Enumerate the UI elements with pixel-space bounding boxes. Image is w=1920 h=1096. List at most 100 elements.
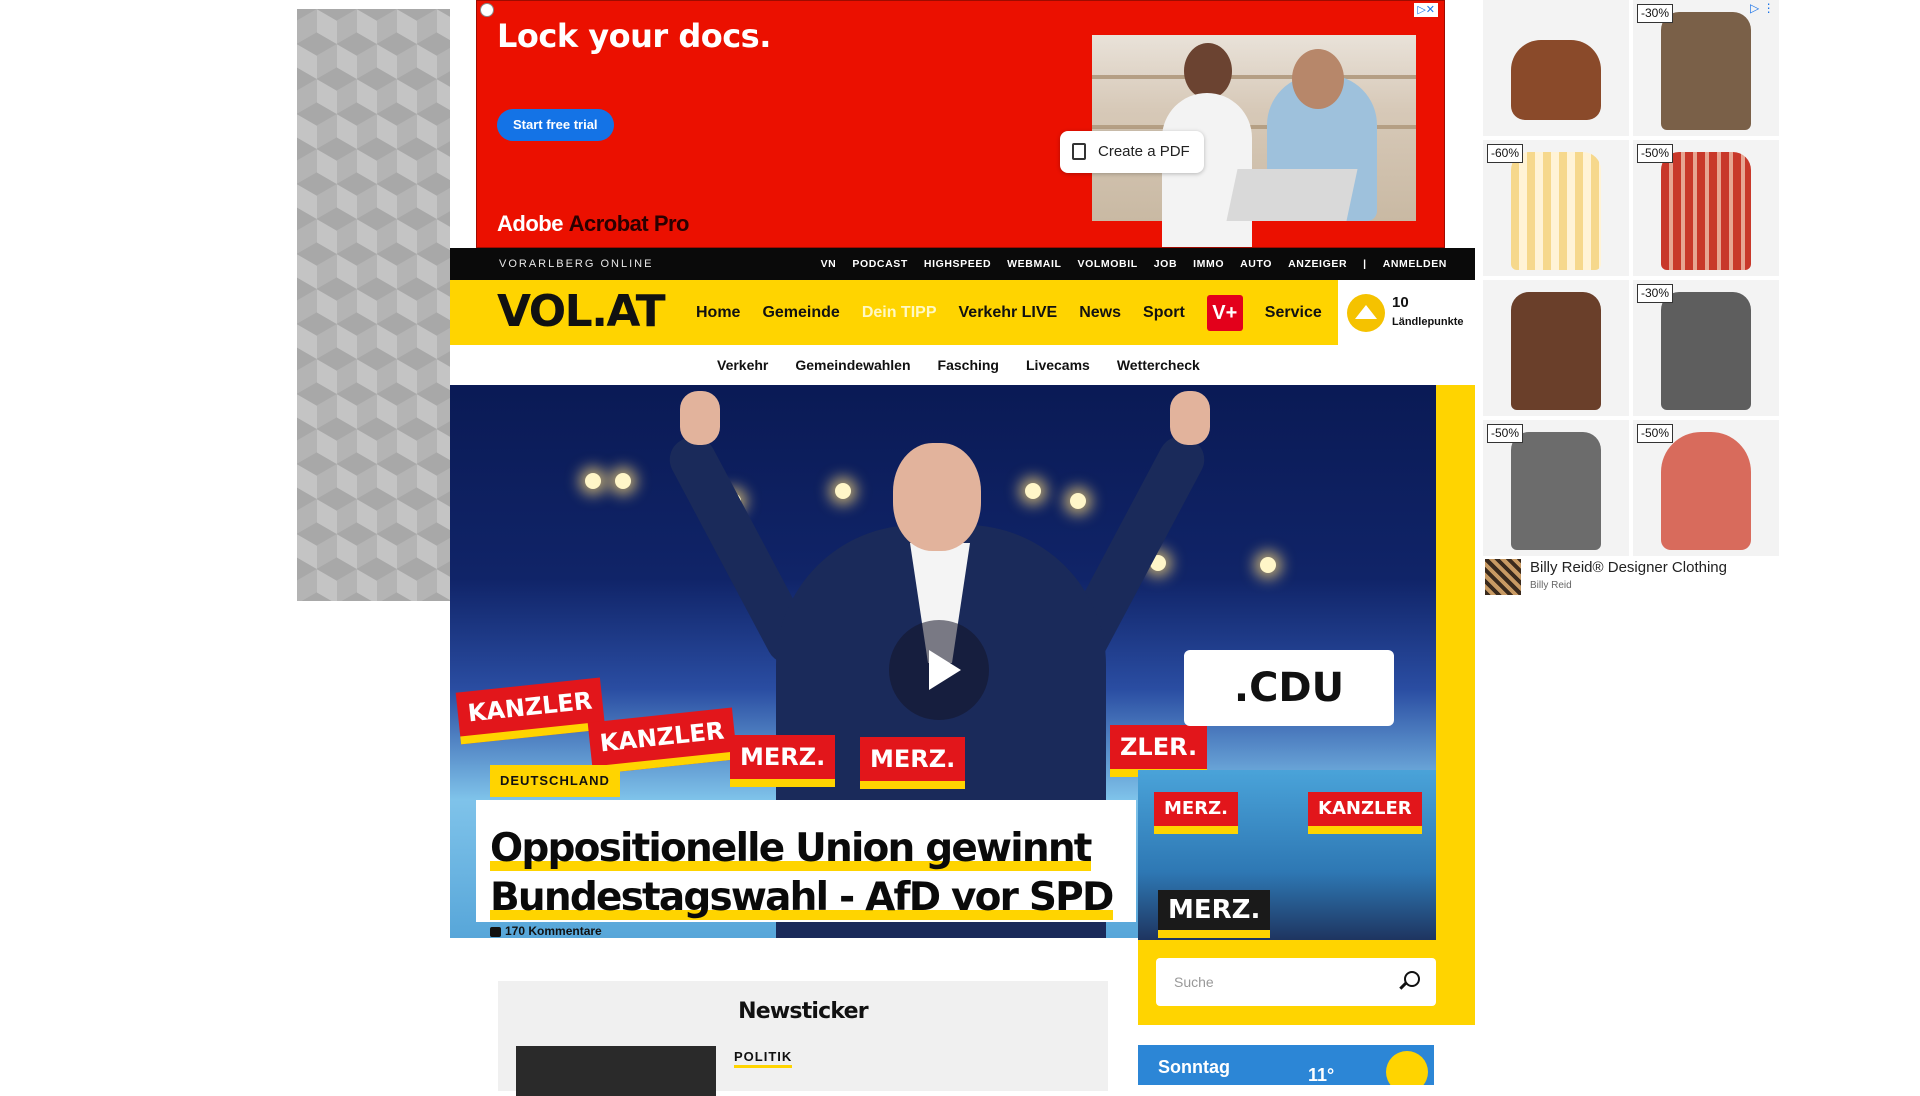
campaign-sign: MERZ. [730,735,836,787]
ad-brand-product: Acrobat Pro [568,211,690,236]
ad-privacy-icon[interactable] [480,3,494,17]
product-tile[interactable]: -50% [1483,420,1629,556]
shirt-image [1511,152,1601,270]
product-tile[interactable] [1483,280,1629,416]
link-auto[interactable]: AUTO [1240,258,1272,270]
subnav-item-livecams[interactable]: Livecams [1026,357,1090,373]
nav-item-verkehr-live[interactable]: Verkehr LIVE [959,304,1058,322]
comment-icon [490,926,501,937]
site-network-label: VORARLBERG ONLINE [499,258,654,270]
link-anzeiger[interactable]: ANZEIGER [1288,258,1347,270]
product-tile[interactable]: -30% [1633,280,1779,416]
campaign-sign: KANZLER [455,677,606,745]
raised-hand [680,391,720,445]
headline-box: Oppositionelle Union gewinnt Bundestagsw… [476,800,1136,922]
campaign-sign: MERZ. [1154,792,1238,834]
discount-badge: -50% [1637,424,1674,443]
campaign-sign: MERZ. [1158,890,1271,938]
ad-choices-icon[interactable]: ▷ ⋮ [1750,1,1775,15]
link-webmail[interactable]: WEBMAIL [1007,258,1061,270]
nav-item-sport[interactable]: Sport [1143,304,1185,322]
newsticker-category[interactable]: POLITIK [734,1049,793,1068]
ad-title[interactable]: Billy Reid® Designer Clothing [1530,559,1727,576]
play-icon[interactable] [889,620,989,720]
hero-image-extension: MERZ. KANZLER MERZ. [1138,770,1436,940]
shirt-image [1661,152,1751,270]
cardigan-image [1661,292,1751,410]
product-tile[interactable]: -30% [1633,0,1779,136]
nav-item-home[interactable]: Home [696,304,740,322]
link-volmobil[interactable]: VOLMOBIL [1078,258,1138,270]
product-tile[interactable]: -50% [1633,140,1779,276]
article-headline[interactable]: Oppositionelle Union gewinnt Bundestagsw… [490,824,1136,922]
newsticker-thumbnail[interactable] [516,1046,716,1096]
product-tile[interactable]: -60% [1483,140,1629,276]
background-skin-pattern [297,9,450,601]
weather-widget[interactable]: Sonntag 11° [1138,1045,1434,1085]
mountain-icon [1347,294,1385,332]
site-top-bar: VORARLBERG ONLINE VN PODCAST HIGHSPEED W… [450,248,1475,280]
search-area: Suche [1138,940,1475,1025]
login-link[interactable]: ANMELDEN [1383,258,1447,270]
raised-hand [1170,391,1210,445]
vplus-button[interactable]: V+ [1206,294,1243,331]
top-banner-ad[interactable]: ▷✕ Lock your docs. Start free trial Crea… [476,0,1445,248]
comments-count: 170 Kommentare [505,924,602,938]
ad-person-head [1184,43,1232,99]
link-immo[interactable]: IMMO [1193,258,1224,270]
side-display-ad[interactable]: -30% -60% -50% -30% -50% -50% [1483,0,1780,600]
search-placeholder: Suche [1174,974,1214,990]
jacket-image [1661,12,1751,130]
subnav-item-gemeindewahlen[interactable]: Gemeindewahlen [795,357,910,373]
cdu-sign: .CDU [1184,650,1394,726]
category-tag[interactable]: DEUTSCHLAND [490,765,620,797]
site-logo[interactable]: VOL.AT [497,286,666,337]
newsticker-title: Newsticker [738,999,868,1024]
link-separator: | [1363,258,1367,270]
discount-badge: -50% [1487,424,1524,443]
product-tile[interactable] [1483,0,1629,136]
nav-item-news[interactable]: News [1079,304,1121,322]
ad-chip-label: Create a PDF [1098,143,1190,160]
jacket-image [1511,432,1601,550]
ad-laptop [1226,169,1358,221]
link-job[interactable]: JOB [1154,258,1177,270]
main-navigation: VOL.AT Home Gemeinde Dein TIPP Verkehr L… [450,280,1335,345]
search-input[interactable]: Suche [1156,958,1436,1006]
headline-line-2: Bundestagswahl - AfD vor SPD [490,875,1114,920]
speaker-head [893,443,981,551]
discount-badge: -60% [1487,144,1524,163]
ad-headline: Lock your docs. [497,17,771,55]
beanie-image [1661,432,1751,550]
nav-item-service[interactable]: Service [1265,304,1322,322]
subnav-item-fasching[interactable]: Fasching [938,357,999,373]
advertiser-logo [1485,559,1521,595]
link-highspeed[interactable]: HIGHSPEED [924,258,991,270]
coat-image [1511,292,1601,410]
search-icon[interactable] [1404,971,1420,987]
subnav-item-verkehr[interactable]: Verkehr [717,357,768,373]
ad-start-trial-button[interactable]: Start free trial [497,109,614,141]
campaign-sign: MERZ. [860,737,966,789]
headline-line-1: Oppositionelle Union gewinnt [490,826,1092,871]
ad-create-pdf-chip[interactable]: Create a PDF [1060,131,1204,173]
discount-badge: -30% [1637,4,1674,23]
ad-advertiser: Billy Reid [1530,580,1572,591]
comments-link[interactable]: 170 Kommentare [490,924,602,938]
subnav-item-wettercheck[interactable]: Wettercheck [1117,357,1200,373]
link-vn[interactable]: VN [821,258,837,270]
discount-badge: -30% [1637,284,1674,303]
ad-brand: Adobe Acrobat Pro [497,211,690,237]
nav-item-dein-tipp[interactable]: Dein TIPP [862,304,937,322]
ad-brand-adobe: Adobe [497,211,563,236]
sub-navigation: Verkehr Gemeindewahlen Fasching Livecams… [450,345,1475,385]
boots-image [1511,40,1601,120]
points-widget[interactable]: 10 Ländlepunkte [1335,280,1475,345]
ad-choices-icon[interactable]: ▷✕ [1414,3,1438,17]
nav-item-gemeinde[interactable]: Gemeinde [762,304,839,322]
newsticker: Newsticker POLITIK [498,981,1108,1096]
weather-temperature: 11° [1308,1065,1335,1085]
link-podcast[interactable]: PODCAST [852,258,908,270]
product-tile[interactable]: -50% [1633,420,1779,556]
top-links: VN PODCAST HIGHSPEED WEBMAIL VOLMOBIL JO… [821,248,1447,280]
